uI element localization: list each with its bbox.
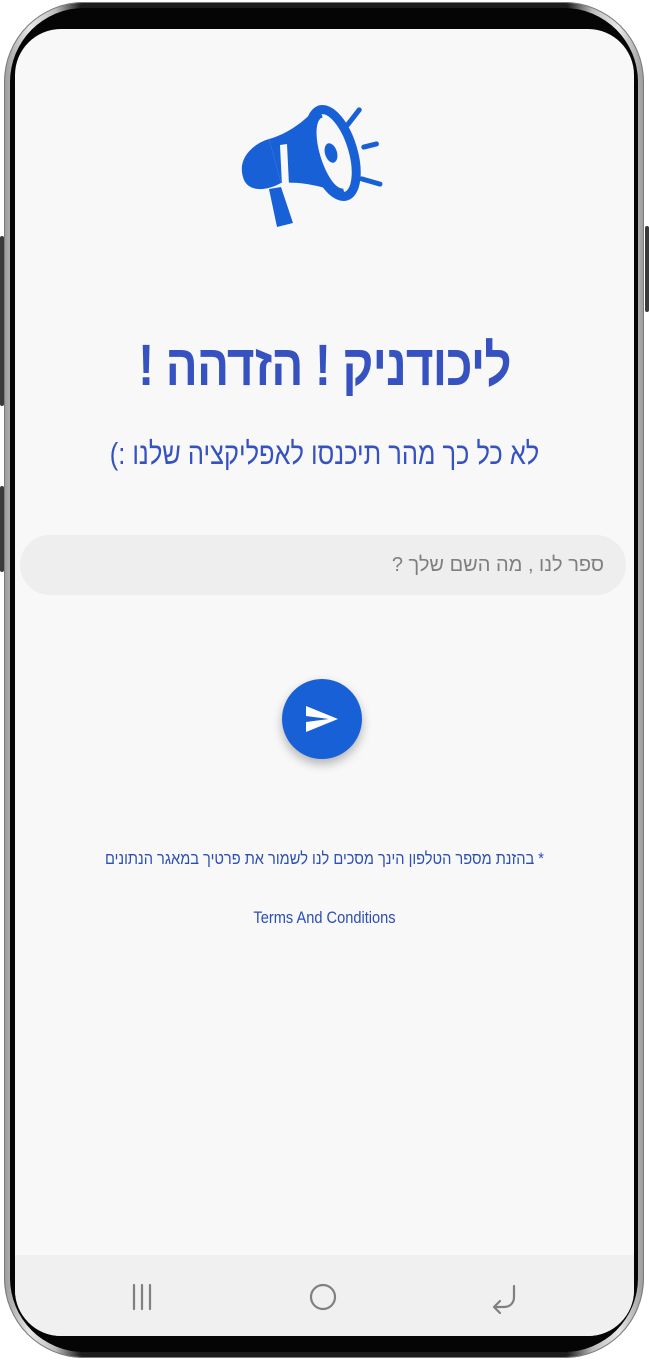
recents-button[interactable] bbox=[112, 1275, 172, 1319]
login-view: ליכודניק ! הזדהה ! לא כל כך מהר תיכנסו ל… bbox=[15, 29, 634, 1255]
send-icon bbox=[306, 706, 338, 732]
app-screen: ליכודניק ! הזדהה ! לא כל כך מהר תיכנסו ל… bbox=[15, 29, 634, 1336]
navigation-bar bbox=[15, 1255, 634, 1336]
terms-link[interactable]: Terms And Conditions bbox=[58, 908, 590, 928]
power-button bbox=[645, 226, 649, 312]
recents-icon bbox=[132, 1283, 152, 1311]
back-button[interactable] bbox=[475, 1275, 535, 1319]
consent-notice: * בהזנת מספר הטלפון הינך מסכים לנו לשמור… bbox=[104, 849, 544, 868]
bixby-button bbox=[0, 486, 4, 572]
megaphone-icon bbox=[241, 105, 383, 227]
home-button[interactable] bbox=[293, 1275, 353, 1319]
send-button[interactable] bbox=[282, 679, 362, 759]
back-icon bbox=[492, 1284, 516, 1315]
page-subtitle: לא כל כך מהר תיכנסו לאפליקציה שלנו :) bbox=[109, 436, 540, 471]
name-input[interactable] bbox=[20, 535, 626, 595]
page-title: ליכודניק ! הזדהה ! bbox=[138, 333, 511, 398]
home-icon bbox=[309, 1283, 337, 1311]
volume-button bbox=[0, 236, 4, 406]
